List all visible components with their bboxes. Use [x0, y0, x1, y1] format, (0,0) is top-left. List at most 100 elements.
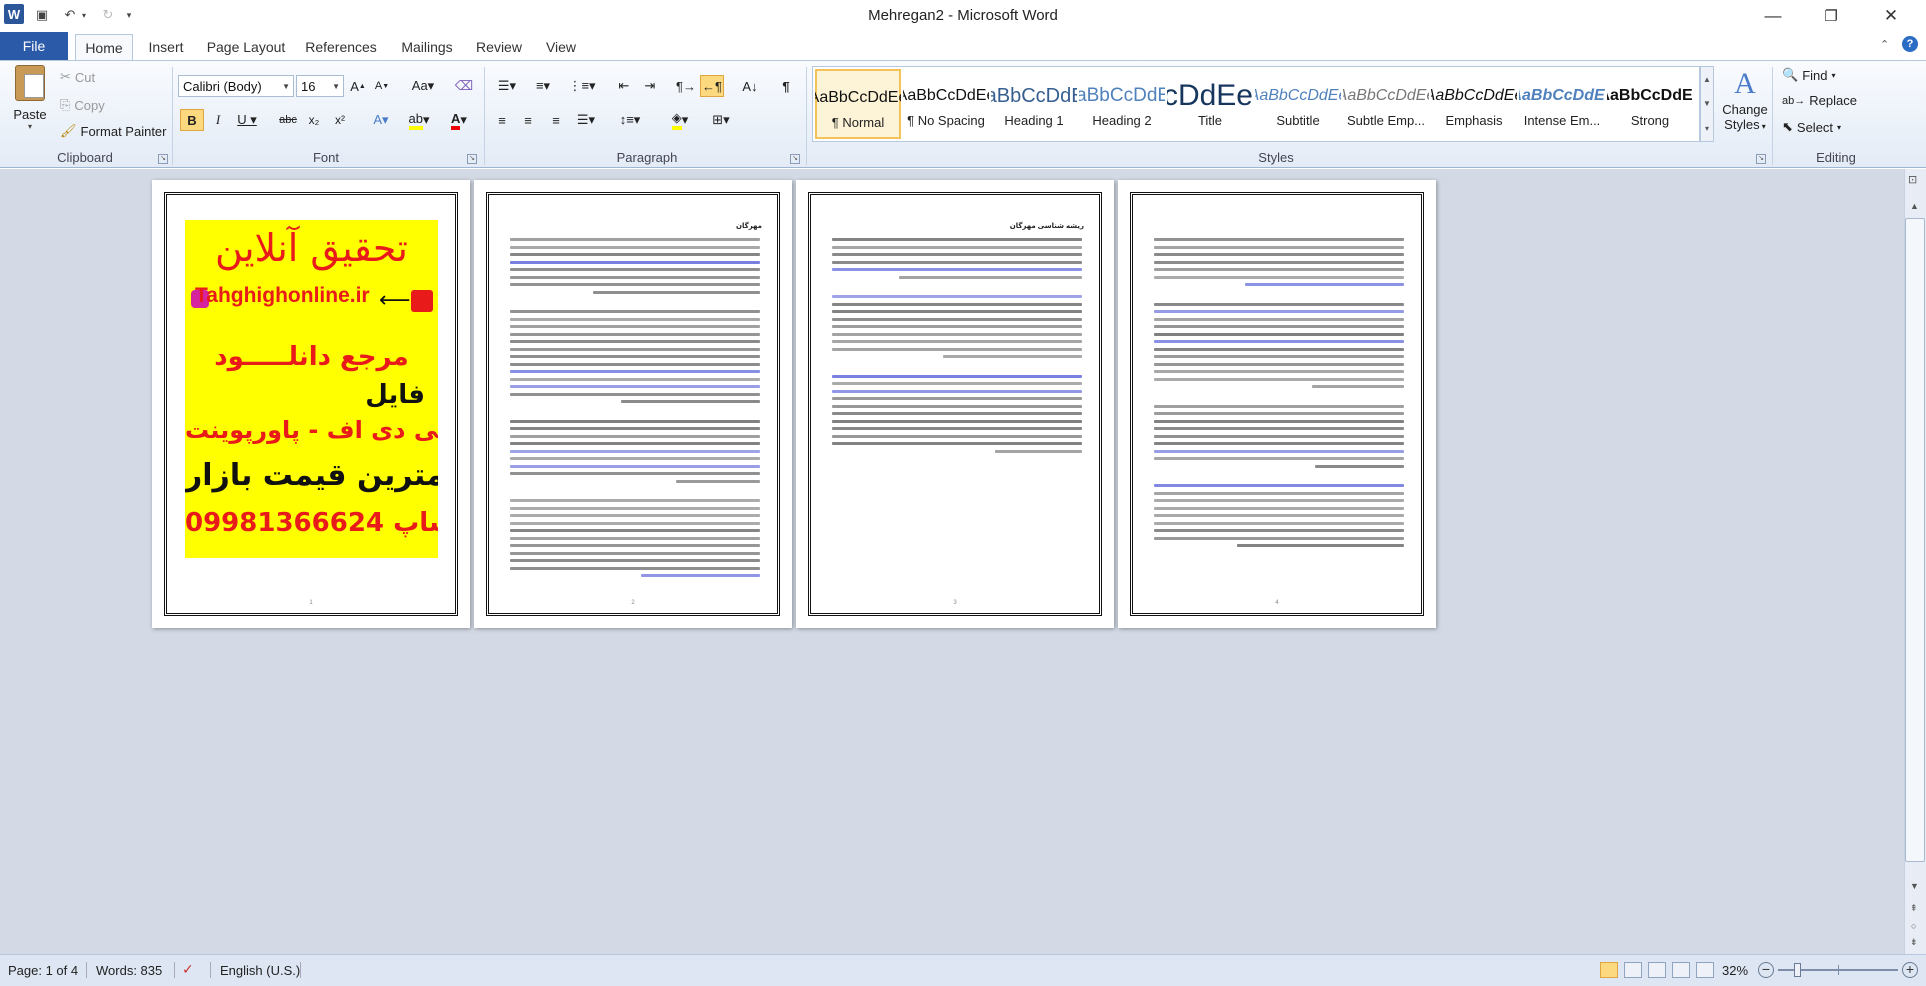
align-left-icon[interactable]: ≡ — [490, 109, 514, 131]
paste-button[interactable]: Paste ▾ — [8, 65, 52, 145]
highlight-color-icon[interactable]: ab ▾ — [402, 109, 436, 131]
line-spacing-icon[interactable]: ↕≡▾ — [614, 109, 646, 131]
select-button[interactable]: ⬉ Select ▾ — [1782, 119, 1841, 135]
increase-indent-icon[interactable]: ⇥ — [638, 75, 662, 97]
close-icon[interactable]: ✕ — [1862, 0, 1920, 32]
style-heading-2[interactable]: AaBbCcDdEe Heading 2 — [1079, 69, 1165, 139]
ltr-direction-icon[interactable]: ¶→ — [674, 75, 698, 97]
replace-button[interactable]: ab→ Replace — [1782, 93, 1857, 108]
page-2[interactable]: مهرگان 2 — [474, 180, 792, 628]
find-button[interactable]: 🔍 Find ▾ — [1782, 67, 1836, 83]
minimize-ribbon-icon[interactable]: ⌃ — [1880, 38, 1889, 51]
format-painter-button[interactable]: 🖌 Format Painter — [60, 123, 167, 139]
copy-button[interactable]: ⎘ Copy — [60, 97, 105, 113]
web-layout-view-icon[interactable] — [1648, 962, 1666, 978]
show-formatting-marks-icon[interactable]: ¶ — [774, 75, 798, 97]
style-strong[interactable]: AaBbCcDdEe Strong — [1607, 69, 1693, 139]
full-screen-reading-view-icon[interactable] — [1624, 962, 1642, 978]
bullets-icon[interactable]: ☰▾ — [492, 75, 522, 97]
style-intense-emphasis[interactable]: AaBbCcDdEe Intense Em... — [1519, 69, 1605, 139]
sort-icon[interactable]: A↓ — [738, 75, 762, 97]
font-size-combo[interactable]: 16 ▼ — [296, 75, 344, 97]
numbering-icon[interactable]: ≡▾ — [528, 75, 558, 97]
text-effects-icon[interactable]: A▾ — [366, 109, 396, 131]
font-group-label: Font — [312, 150, 339, 165]
page-1[interactable]: تحقیق آنلاین Tahghighonline.ir ⟵ مرجع دا… — [152, 180, 470, 628]
grow-font-icon[interactable]: A ▲ — [346, 75, 370, 97]
page-3[interactable]: ریشه شناسی مهرگان 3 — [796, 180, 1114, 628]
tab-review[interactable]: Review — [472, 34, 526, 60]
style-subtitle[interactable]: AaBbCcDdEe Subtitle — [1255, 69, 1341, 139]
tab-home[interactable]: Home — [75, 34, 133, 60]
style-heading-1[interactable]: AaBbCcDdEe Heading 1 — [991, 69, 1077, 139]
draft-view-icon[interactable] — [1696, 962, 1714, 978]
font-name-combo[interactable]: Calibri (Body) ▼ — [178, 75, 294, 97]
browse-object-icon[interactable]: ○ — [1911, 921, 1916, 931]
tab-mailings[interactable]: Mailings — [394, 34, 460, 60]
zoom-out-icon[interactable]: − — [1758, 962, 1774, 978]
outline-view-icon[interactable] — [1672, 962, 1690, 978]
styles-up-icon[interactable]: ▲ — [1703, 75, 1711, 84]
change-case-icon[interactable]: Aa▾ — [408, 75, 438, 97]
zoom-slider-thumb[interactable] — [1794, 963, 1801, 977]
borders-icon[interactable]: ⊞▾ — [704, 109, 738, 131]
tab-page-layout[interactable]: Page Layout — [204, 34, 288, 60]
clear-formatting-icon[interactable]: ⌫ — [452, 75, 476, 97]
styles-down-icon[interactable]: ▼ — [1703, 99, 1711, 108]
strikethrough-icon[interactable]: abc — [276, 109, 300, 131]
status-bar: Page: 1 of 4 Words: 835 ✓ English (U.S.)… — [0, 954, 1926, 986]
align-right-icon[interactable]: ≡ — [544, 109, 568, 131]
proofing-icon[interactable]: ✓ — [182, 961, 194, 978]
zoom-level[interactable]: 32% — [1722, 963, 1748, 978]
minimize-icon[interactable]: — — [1744, 0, 1802, 32]
styles-more-icon[interactable]: ▾ — [1705, 124, 1709, 133]
decrease-indent-icon[interactable]: ⇤ — [612, 75, 636, 97]
scroll-down-icon[interactable]: ▼ — [1910, 881, 1919, 891]
style-normal[interactable]: AaBbCcDdEe ¶ Normal — [815, 69, 901, 139]
style-emphasis[interactable]: AaBbCcDdEe Emphasis — [1431, 69, 1517, 139]
styles-scroll[interactable]: ▲ ▼ ▾ — [1700, 66, 1714, 142]
paragraph-launcher-icon[interactable]: ↘ — [790, 154, 800, 164]
help-icon[interactable]: ? — [1902, 36, 1918, 52]
center-icon[interactable]: ≡ — [516, 109, 540, 131]
scroll-up-icon[interactable]: ▲ — [1910, 201, 1919, 211]
rtl-direction-icon[interactable]: ←¶ — [700, 75, 724, 97]
word-count[interactable]: Words: 835 — [96, 963, 162, 978]
scroll-thumb[interactable] — [1905, 218, 1925, 862]
style-no-spacing[interactable]: AaBbCcDdEe ¶ No Spacing — [903, 69, 989, 139]
zoom-in-icon[interactable]: + — [1902, 962, 1918, 978]
font-color-icon[interactable]: A ▾ — [442, 109, 476, 131]
styles-launcher-icon[interactable]: ↘ — [1756, 154, 1766, 164]
text-line — [510, 275, 760, 279]
underline-icon[interactable]: U ▾ — [232, 109, 262, 131]
restore-icon[interactable]: ❐ — [1802, 0, 1860, 32]
tab-file[interactable]: File — [0, 32, 68, 60]
page-4[interactable]: 4 — [1118, 180, 1436, 628]
print-layout-view-icon[interactable] — [1600, 962, 1618, 978]
text-line — [510, 310, 760, 313]
justify-icon[interactable]: ☰▾ — [570, 109, 602, 131]
cut-button[interactable]: ✂ Cut — [60, 69, 95, 85]
tab-references[interactable]: References — [300, 34, 382, 60]
bold-icon[interactable]: B — [180, 109, 204, 131]
style-subtle-emphasis[interactable]: AaBbCcDdEe Subtle Emp... — [1343, 69, 1429, 139]
tab-insert[interactable]: Insert — [140, 34, 192, 60]
language-indicator[interactable]: English (U.S.) — [220, 963, 300, 978]
shading-icon[interactable]: ◈ ▾ — [662, 109, 698, 131]
page-count[interactable]: Page: 1 of 4 — [8, 963, 78, 978]
superscript-icon[interactable]: x² — [328, 109, 352, 131]
ruler-toggle-icon[interactable]: ⊡ — [1908, 173, 1917, 186]
multilevel-list-icon[interactable]: ⋮≡▾ — [564, 75, 600, 97]
text-line — [510, 419, 760, 423]
shrink-font-icon[interactable]: A ▼ — [370, 75, 394, 97]
clipboard-launcher-icon[interactable]: ↘ — [158, 154, 168, 164]
subscript-icon[interactable]: x₂ — [302, 109, 326, 131]
font-launcher-icon[interactable]: ↘ — [467, 154, 477, 164]
tab-view[interactable]: View — [538, 34, 584, 60]
style-title[interactable]: AaBbCcDdEeTitle — [1167, 69, 1253, 139]
next-page-icon[interactable]: ⇟ — [1910, 937, 1918, 948]
change-styles-button[interactable]: A Change Styles ▾ — [1720, 66, 1770, 146]
previous-page-icon[interactable]: ⇞ — [1910, 903, 1918, 914]
italic-icon[interactable]: I — [206, 109, 230, 131]
page-2-heading: مهرگان — [736, 223, 762, 230]
